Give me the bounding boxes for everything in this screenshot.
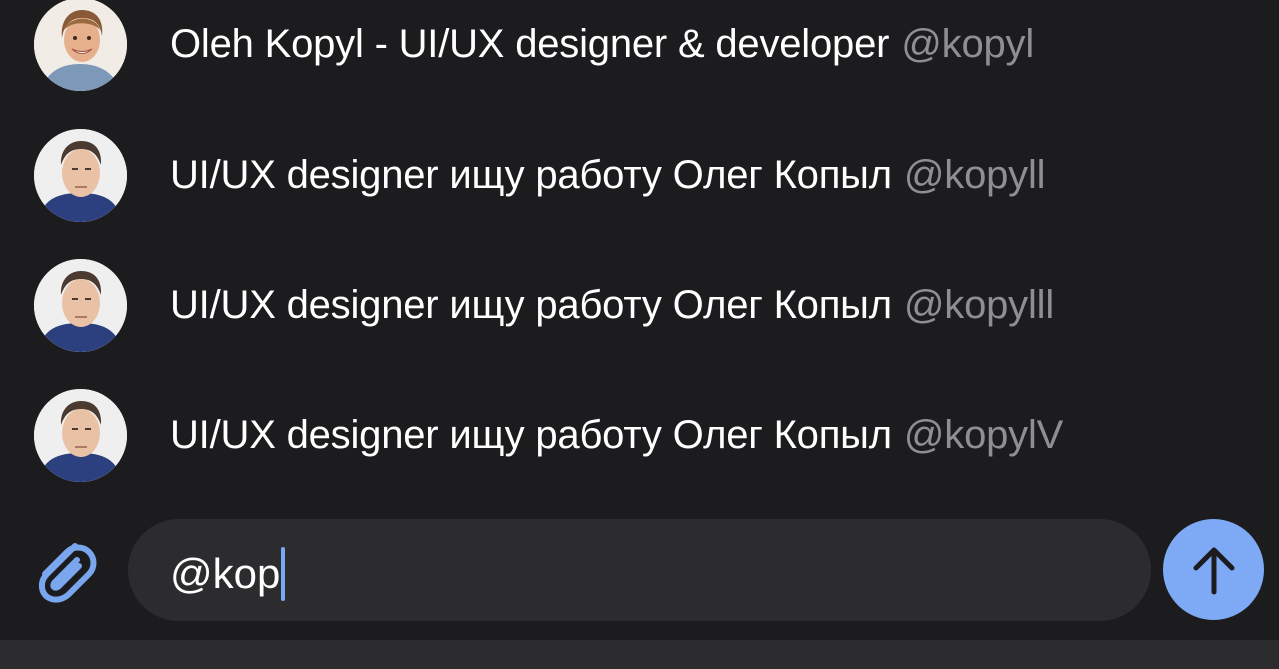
mention-item[interactable]: UI/UX designer ищу работу Олег Копыл @kop… — [0, 240, 1279, 370]
keyboard-area — [0, 640, 1279, 669]
mention-name: UI/UX designer ищу работу Олег Копыл — [170, 283, 892, 327]
mention-item[interactable]: UI/UX designer ищу работу Олег Копыл @kop… — [0, 110, 1279, 240]
attach-button[interactable] — [28, 530, 100, 608]
avatar — [34, 0, 127, 91]
mention-handle: @kopylV — [903, 413, 1064, 457]
avatar — [34, 129, 127, 222]
message-input[interactable]: @kop — [128, 519, 1151, 621]
mention-name: UI/UX designer ищу работу Олег Копыл — [170, 413, 892, 457]
mention-screen: Oleh Kopyl - UI/UX designer & developer @… — [0, 0, 1279, 669]
message-composer: @kop — [0, 512, 1279, 640]
mention-name: UI/UX designer ищу работу Олег Копыл — [170, 153, 892, 197]
mention-name: Oleh Kopyl - UI/UX designer & developer — [170, 22, 890, 66]
mention-handle: @kopylll — [903, 283, 1055, 327]
mention-item[interactable]: Oleh Kopyl - UI/UX designer & developer @… — [0, 0, 1279, 109]
avatar — [34, 389, 127, 482]
text-caret — [281, 547, 286, 601]
message-input-value: @kop — [170, 550, 281, 597]
mention-item[interactable]: UI/UX designer ищу работу Олег Копыл @kop… — [0, 370, 1279, 500]
paperclip-icon — [39, 543, 97, 603]
send-button[interactable] — [1163, 519, 1264, 620]
avatar — [34, 259, 127, 352]
mention-handle: @kopyll — [903, 153, 1046, 197]
mention-suggestion-list: Oleh Kopyl - UI/UX designer & developer @… — [0, 0, 1279, 512]
arrow-up-icon — [1193, 547, 1234, 594]
mention-handle: @kopyl — [901, 22, 1035, 66]
